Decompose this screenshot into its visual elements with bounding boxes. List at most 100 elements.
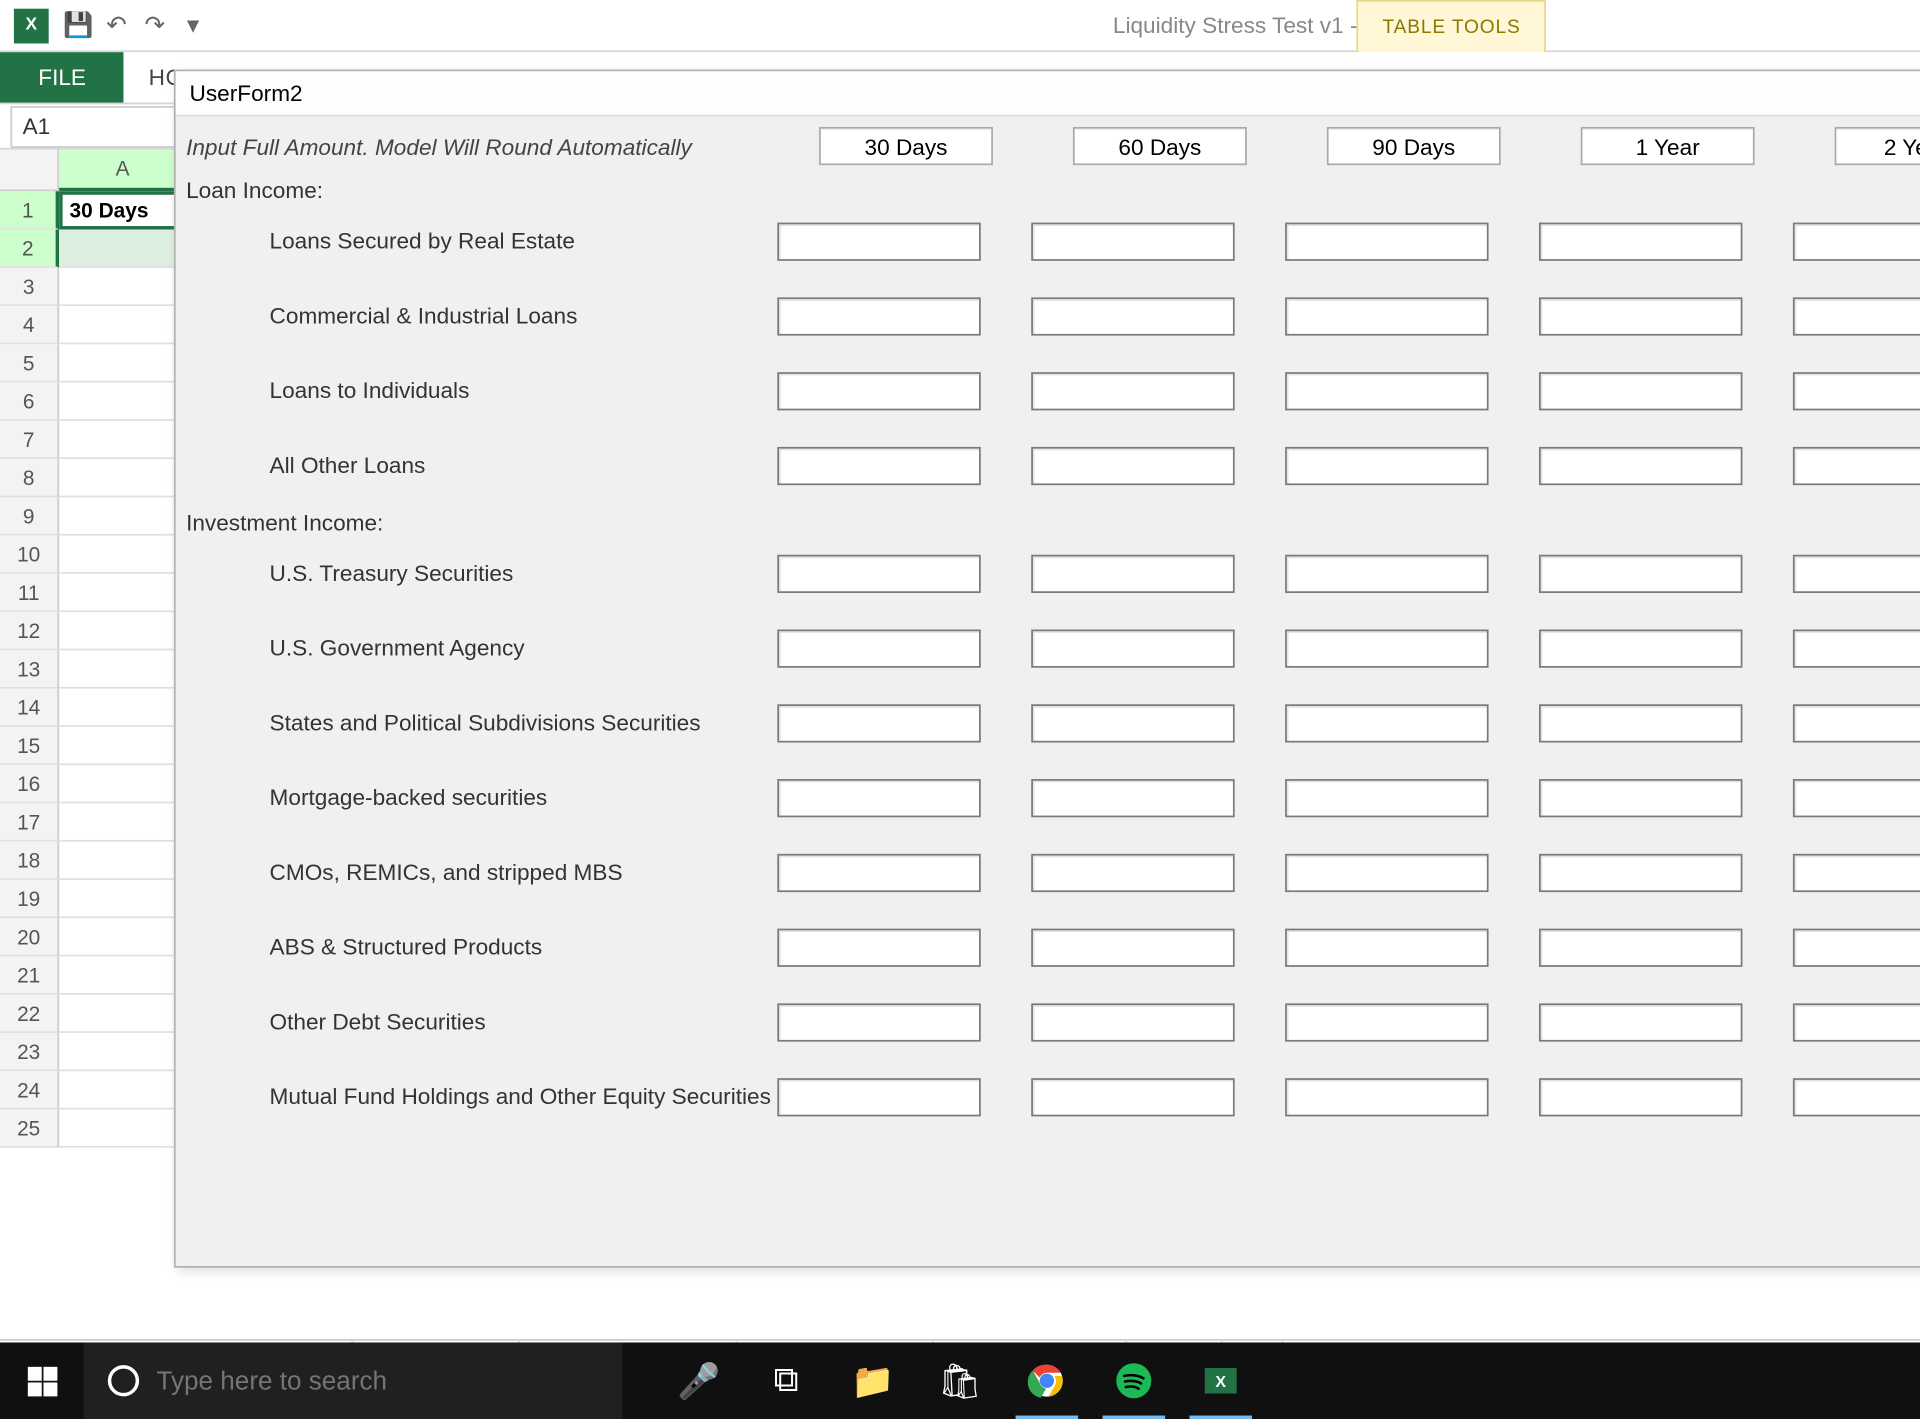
investment-input[interactable] <box>1285 703 1488 741</box>
taskbar-task-view-icon[interactable]: ⧉ <box>744 1342 827 1419</box>
row-header[interactable]: 14 <box>0 689 59 727</box>
qat-undo-icon[interactable]: ↶ <box>97 6 135 44</box>
qat-save-icon[interactable]: 💾 <box>59 6 97 44</box>
investment-input[interactable] <box>777 778 980 816</box>
loan-input[interactable] <box>1793 296 1920 334</box>
row-header[interactable]: 8 <box>0 459 59 497</box>
investment-input[interactable] <box>1031 1003 1234 1041</box>
investment-input[interactable] <box>1285 629 1488 667</box>
investment-input[interactable] <box>1031 629 1234 667</box>
investment-input[interactable] <box>777 703 980 741</box>
row-header[interactable]: 16 <box>0 765 59 803</box>
cell[interactable] <box>59 727 188 765</box>
table-tools-contextual-tab[interactable]: TABLE TOOLS <box>1356 0 1546 52</box>
qat-customize-icon[interactable]: ▾ <box>174 6 212 44</box>
loan-input[interactable] <box>1285 222 1488 260</box>
cell[interactable] <box>59 612 188 650</box>
investment-input[interactable] <box>1793 1003 1920 1041</box>
loan-input[interactable] <box>1793 446 1920 484</box>
cell[interactable] <box>59 956 188 994</box>
cell[interactable] <box>59 918 188 956</box>
cell[interactable] <box>59 689 188 727</box>
row-header[interactable]: 1 <box>0 191 59 229</box>
cell[interactable] <box>59 268 188 306</box>
loan-input[interactable] <box>1539 446 1742 484</box>
investment-input[interactable] <box>1031 853 1234 891</box>
taskbar-spotify-icon[interactable] <box>1092 1342 1175 1419</box>
cell[interactable] <box>59 1109 188 1147</box>
investment-input[interactable] <box>1793 778 1920 816</box>
investment-input[interactable] <box>1539 928 1742 966</box>
row-header[interactable]: 20 <box>0 918 59 956</box>
row-header[interactable]: 17 <box>0 803 59 841</box>
loan-input[interactable] <box>777 371 980 409</box>
investment-input[interactable] <box>777 853 980 891</box>
cell[interactable] <box>59 803 188 841</box>
cell[interactable] <box>59 459 188 497</box>
investment-input[interactable] <box>1285 853 1488 891</box>
investment-input[interactable] <box>1539 629 1742 667</box>
investment-input[interactable] <box>1539 778 1742 816</box>
cell[interactable] <box>59 574 188 612</box>
investment-input[interactable] <box>1793 1077 1920 1115</box>
row-header[interactable]: 22 <box>0 995 59 1033</box>
investment-input[interactable] <box>1793 629 1920 667</box>
investment-input[interactable] <box>777 1077 980 1115</box>
loan-input[interactable] <box>1539 371 1742 409</box>
row-header[interactable]: 3 <box>0 268 59 306</box>
row-header[interactable]: 15 <box>0 727 59 765</box>
row-header[interactable]: 5 <box>0 344 59 382</box>
investment-input[interactable] <box>1285 778 1488 816</box>
file-tab[interactable]: FILE <box>0 52 124 102</box>
cell[interactable] <box>59 421 188 459</box>
loan-input[interactable] <box>1031 371 1234 409</box>
row-header[interactable]: 11 <box>0 574 59 612</box>
investment-input[interactable] <box>1539 1003 1742 1041</box>
taskbar-mic-icon[interactable]: 🎤 <box>657 1342 740 1419</box>
investment-input[interactable] <box>1539 554 1742 592</box>
taskbar-file-explorer-icon[interactable]: 📁 <box>831 1342 914 1419</box>
cell[interactable] <box>59 344 188 382</box>
userform-titlebar[interactable]: UserForm2 ✕ <box>176 71 1920 116</box>
row-header[interactable]: 2 <box>0 230 59 268</box>
loan-input[interactable] <box>1031 296 1234 334</box>
cell[interactable] <box>59 842 188 880</box>
select-all-triangle[interactable] <box>0 150 59 192</box>
investment-input[interactable] <box>1031 778 1234 816</box>
investment-input[interactable] <box>1793 853 1920 891</box>
investment-input[interactable] <box>1285 1077 1488 1115</box>
row-header[interactable]: 23 <box>0 1033 59 1071</box>
cell[interactable] <box>59 650 188 688</box>
taskbar-excel-icon[interactable]: X <box>1179 1342 1262 1419</box>
loan-input[interactable] <box>777 446 980 484</box>
loan-input[interactable] <box>1031 446 1234 484</box>
qat-redo-icon[interactable]: ↷ <box>136 6 174 44</box>
loan-input[interactable] <box>1539 222 1742 260</box>
row-header[interactable]: 7 <box>0 421 59 459</box>
investment-input[interactable] <box>1031 928 1234 966</box>
investment-input[interactable] <box>1285 554 1488 592</box>
investment-input[interactable] <box>1793 928 1920 966</box>
name-box[interactable]: A1 <box>10 105 180 147</box>
row-header[interactable]: 19 <box>0 880 59 918</box>
investment-input[interactable] <box>777 629 980 667</box>
investment-input[interactable] <box>1793 554 1920 592</box>
taskbar-chrome-icon[interactable] <box>1005 1342 1088 1419</box>
taskbar-store-icon[interactable]: 🛍 <box>918 1342 1001 1419</box>
investment-input[interactable] <box>1285 1003 1488 1041</box>
investment-input[interactable] <box>1539 853 1742 891</box>
cell[interactable] <box>59 536 188 574</box>
investment-input[interactable] <box>1793 703 1920 741</box>
row-header[interactable]: 25 <box>0 1109 59 1147</box>
cell[interactable] <box>59 1033 188 1071</box>
start-button[interactable] <box>0 1342 83 1419</box>
row-header[interactable]: 9 <box>0 497 59 535</box>
cell[interactable] <box>59 880 188 918</box>
investment-input[interactable] <box>1539 703 1742 741</box>
row-header[interactable]: 10 <box>0 536 59 574</box>
loan-input[interactable] <box>1285 296 1488 334</box>
column-header-A[interactable]: A <box>59 150 188 192</box>
cell[interactable] <box>59 497 188 535</box>
investment-input[interactable] <box>1031 703 1234 741</box>
investment-input[interactable] <box>1539 1077 1742 1115</box>
